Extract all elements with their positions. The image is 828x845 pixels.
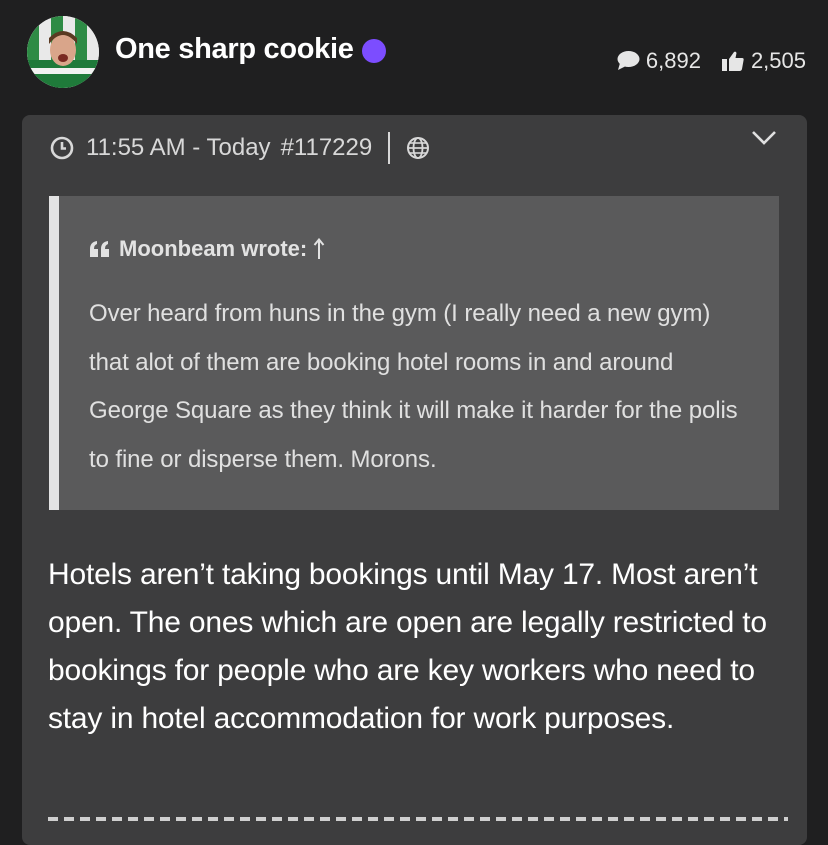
post-header: One sharp cookie 6,892 2,505 — [0, 0, 828, 110]
post-card: 11:55 AM - Today #117229 Moonbeam wrote:… — [22, 115, 807, 845]
quote-text: Over heard from huns in the gym (I reall… — [89, 300, 738, 473]
up-arrow-icon[interactable] — [313, 238, 325, 260]
online-status-dot — [361, 38, 386, 63]
user-stats: 6,892 2,505 — [616, 48, 806, 74]
post-number[interactable]: #117229 — [281, 134, 373, 162]
avatar[interactable] — [27, 16, 99, 88]
quote-header: Moonbeam wrote: — [89, 236, 325, 262]
avatar-image — [27, 16, 99, 88]
chevron-down-icon[interactable] — [751, 129, 777, 147]
username-label: One sharp cookie — [115, 33, 354, 65]
speech-bubble-icon — [617, 51, 640, 70]
likes-count: 2,505 — [750, 48, 806, 73]
post-meta: 11:55 AM - Today #117229 — [50, 131, 430, 165]
username[interactable]: One sharp cookie — [115, 33, 386, 66]
likes-stat: 2,505 — [721, 48, 806, 74]
quote-icon — [90, 241, 109, 257]
meta-divider — [388, 132, 391, 164]
quote-author: Moonbeam wrote: — [119, 236, 308, 261]
quote-block: Moonbeam wrote: Over heard from huns in … — [49, 196, 779, 510]
comments-count: 6,892 — [645, 48, 701, 73]
signature-divider — [48, 817, 788, 821]
post-body: Hotels aren’t taking bookings until May … — [48, 558, 767, 735]
globe-icon — [407, 137, 430, 159]
clock-icon — [50, 136, 74, 160]
thumbs-up-icon — [721, 51, 744, 71]
post-time[interactable]: 11:55 AM - Today — [86, 134, 271, 162]
comments-stat: 6,892 — [616, 48, 701, 74]
